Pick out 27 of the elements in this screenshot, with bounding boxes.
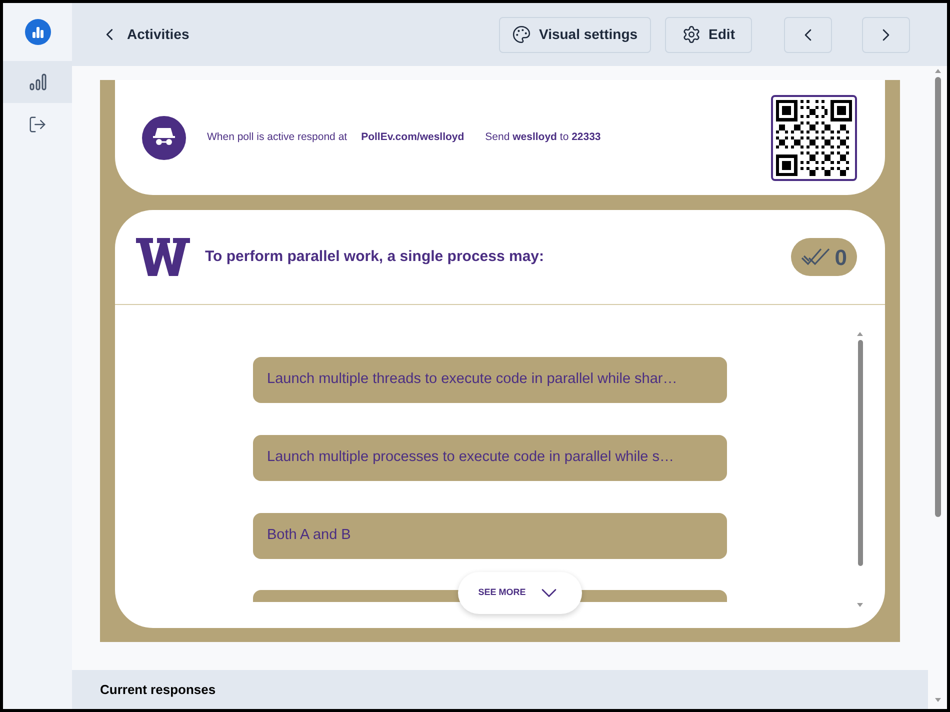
scroll-down-arrow-icon[interactable]	[856, 602, 864, 608]
logout-icon	[28, 114, 47, 134]
scroll-down-arrow-icon[interactable]	[934, 697, 942, 703]
answer-option[interactable]: Launch multiple processes to execute code in parallel while s…	[253, 435, 727, 481]
double-check-icon	[800, 246, 831, 268]
question-title: To perform parallel work, a single process may:	[205, 246, 544, 267]
poll-url-link[interactable]: PollEv.com/weslloyd	[361, 130, 464, 146]
answer-option[interactable]: Both A and B	[253, 513, 727, 559]
sms-instruction-text: Send weslloyd to 22333	[485, 130, 601, 145]
back-link[interactable]: Activities	[100, 24, 190, 45]
palette-icon	[512, 25, 531, 44]
sidebar-item[interactable]	[3, 61, 72, 103]
logo-icon[interactable]	[24, 19, 50, 45]
answer-option[interactable]: Launch multiple threads to execute code in parallel while shar…	[253, 357, 727, 403]
scrollbar[interactable]	[855, 331, 865, 608]
panel-title: Current responses	[100, 681, 216, 700]
response-count: 0	[834, 244, 847, 272]
edit-button[interactable]: Edit	[664, 16, 752, 52]
settings-icon	[682, 25, 701, 44]
scroll-up-arrow-icon[interactable]	[934, 68, 942, 74]
scroll-up-arrow-icon[interactable]	[856, 331, 864, 337]
bar-chart-icon	[28, 73, 46, 91]
incognito-avatar-icon	[142, 116, 186, 160]
instruction-text: When poll is active respond at	[207, 130, 348, 145]
university-w-logo	[136, 238, 190, 276]
see-more-button[interactable]: SEE MORE	[458, 572, 582, 614]
visual-settings-button[interactable]: Visual settings	[498, 16, 651, 52]
